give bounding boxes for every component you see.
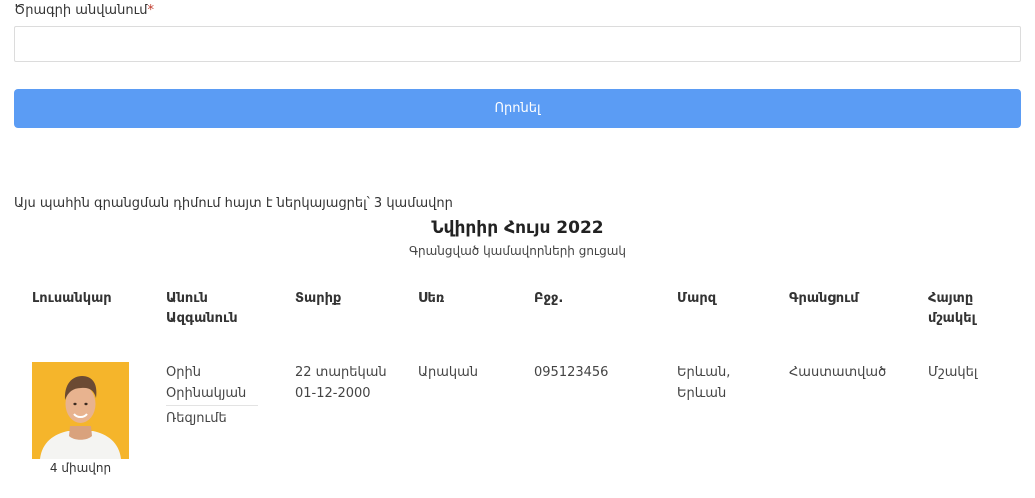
photo-points-caption: 4 միավոր xyxy=(49,461,112,475)
header-age: Տարիք xyxy=(295,291,342,306)
header-name: Անուն Ազգանուն xyxy=(166,291,238,326)
page: Ծրագրի անվանում* Որոնել Այս պահին գրանցմ… xyxy=(0,0,1035,498)
process-link[interactable]: Մշակել xyxy=(928,362,977,383)
name-divider xyxy=(166,405,258,406)
header-gender: Սեռ xyxy=(418,291,445,306)
volunteer-age: 22 տարեկան xyxy=(295,365,387,380)
program-title: Նվիրիր Հույս 2022 xyxy=(431,218,604,238)
program-subtitle: Գրանցված կամավորների ցուցակ xyxy=(408,244,627,258)
program-name-label-text: Ծրագրի անվանում xyxy=(14,3,148,18)
volunteer-name: Օրին Օրինակյան xyxy=(166,365,247,401)
program-name-label: Ծրագրի անվանում* xyxy=(14,3,154,18)
required-mark: * xyxy=(147,3,154,18)
person-photo-icon xyxy=(32,362,129,459)
header-photo: Լուսանկար xyxy=(32,291,112,306)
volunteer-phone: 095123456 xyxy=(534,365,609,380)
resume-link[interactable]: Ռեզյումե xyxy=(166,411,227,426)
age-cell: 22 տարեկան 01-12-2000 xyxy=(295,362,387,404)
header-phone: Բջջ. xyxy=(534,291,564,306)
registration-summary: Այս պահին գրանցման դիմում հայտ է ներկայա… xyxy=(14,196,453,211)
program-name-input[interactable] xyxy=(14,26,1021,62)
search-button[interactable]: Որոնել xyxy=(14,89,1021,128)
volunteer-photo xyxy=(32,362,129,459)
volunteer-birthdate: 01-12-2000 xyxy=(295,386,371,401)
header-process: Հայտը մշակել xyxy=(928,291,976,326)
header-registration: Գրանցում xyxy=(789,291,859,306)
header-region: Մարզ xyxy=(677,291,717,306)
registration-status: Հաստատված xyxy=(789,365,887,380)
volunteer-name-cell: Օրին Օրինակյան Ռեզյումե xyxy=(166,362,258,429)
volunteer-region: Երևան, Երևան xyxy=(677,365,731,401)
volunteer-gender: Արական xyxy=(418,365,479,380)
